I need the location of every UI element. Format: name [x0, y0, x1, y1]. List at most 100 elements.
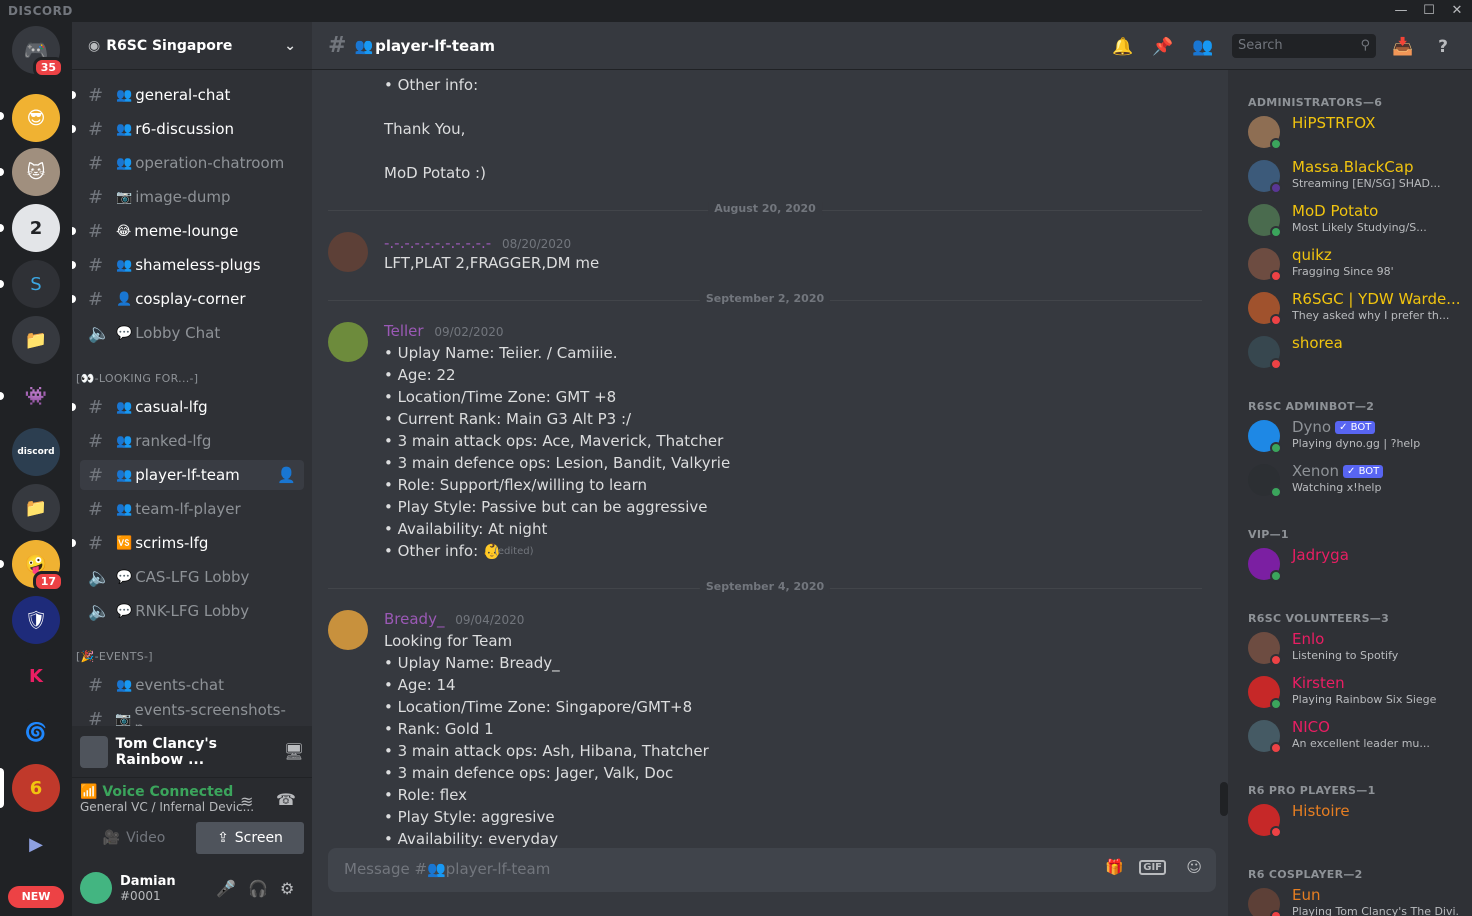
channel-emoji-icon: 🆚 — [116, 535, 133, 551]
server-icon-8[interactable]: K — [12, 652, 60, 700]
noise-suppression-icon[interactable]: ≋ — [240, 792, 253, 811]
channel-item[interactable]: # 👥 operation-chatroom — [80, 148, 304, 178]
unread-indicator — [72, 125, 76, 133]
avatar[interactable] — [328, 610, 368, 650]
author-name[interactable]: -.-.-.-.-.-.-.-.-.-.- — [384, 234, 491, 252]
member-item[interactable]: quikz Fragging Since 98' — [1248, 246, 1468, 288]
hash-icon: # — [88, 498, 104, 520]
channel-item[interactable]: # 👥 events-chat — [80, 670, 304, 700]
channel-item[interactable]: # 👥 r6-discussion — [72, 114, 304, 144]
unread-indicator — [72, 403, 76, 411]
bell-icon[interactable]: 🔔 — [1112, 36, 1134, 58]
hash-icon: # — [88, 430, 104, 452]
member-item[interactable]: Xenon ✓ BOT Watching x!help — [1248, 462, 1468, 504]
folder-icon[interactable]: 📁 — [12, 484, 60, 532]
status-indicator — [1270, 826, 1282, 838]
play-icon[interactable]: ▶ — [12, 820, 60, 868]
server-icon-r6sc[interactable]: 6 — [12, 764, 60, 812]
member-item[interactable]: Enlo Listening to Spotify — [1248, 630, 1468, 672]
channel-item[interactable]: 🔈 💬 RNK-LFG Lobby — [80, 596, 304, 626]
channel-item[interactable]: # 📷 image-dump — [80, 182, 304, 212]
status-indicator — [1270, 654, 1282, 666]
avatar[interactable] — [328, 232, 368, 272]
gear-icon[interactable]: ⚙ — [280, 879, 294, 898]
member-item[interactable]: NICO An excellent leader mu... — [1248, 718, 1468, 760]
server-icon-discordbio[interactable]: discord — [12, 428, 60, 476]
search-input[interactable]: Search ⚲ — [1232, 34, 1376, 58]
message-text: • 3 main attack ops: Ace, Maverick, That… — [384, 432, 724, 450]
member-item[interactable]: Eun Playing Tom Clancy's The Divi... — [1248, 886, 1468, 916]
server-icon-1[interactable]: 😎 — [12, 94, 60, 142]
screen-button[interactable]: ⇪ Screen — [196, 822, 304, 854]
member-item[interactable]: Dyno ✓ BOT Playing dyno.gg | ?help — [1248, 418, 1468, 460]
channel-emoji-icon: 💬 — [116, 569, 133, 585]
channel-item[interactable]: # 🆚 scrims-lfg — [72, 528, 304, 558]
message-header: -.-.-.-.-.-.-.-.-.-.- 08/20/2020 — [384, 234, 571, 252]
voice-buttons: 🎥 Video ⇪ Screen — [72, 822, 312, 860]
scrollbar[interactable] — [1220, 782, 1228, 816]
close-button[interactable]: ✕ — [1448, 2, 1466, 20]
disconnect-icon[interactable]: ☎ — [276, 790, 296, 809]
author-name[interactable]: Bready_ — [384, 610, 444, 628]
channel-item[interactable]: 🔈 💬 Lobby Chat — [80, 318, 304, 348]
inbox-icon[interactable]: 📥 — [1392, 36, 1414, 58]
channel-item[interactable]: # 👥 general-chat — [72, 80, 304, 110]
member-item[interactable]: Histoire — [1248, 802, 1468, 844]
channel-item[interactable]: 🔈 💬 CAS-LFG Lobby — [80, 562, 304, 592]
member-item[interactable]: Kirsten Playing Rainbow Six Siege — [1248, 674, 1468, 716]
server-icon-6[interactable]: 🤪 17 — [12, 540, 64, 592]
home-button[interactable]: 🎮 35 — [12, 26, 64, 78]
gif-button[interactable]: GIF — [1139, 860, 1166, 875]
member-name: Eun — [1292, 886, 1321, 904]
server-icon-4[interactable]: S — [12, 260, 60, 308]
message-input[interactable]: Message #👥player-lf-team 🎁 GIF ☺ — [328, 848, 1216, 892]
status-indicator — [1270, 138, 1282, 150]
headphones-icon[interactable]: 🎧 — [248, 879, 268, 898]
channel-name: ranked-lfg — [135, 432, 212, 450]
member-item[interactable]: MoD Potato Most Likely Studying/S... — [1248, 202, 1468, 244]
server-icon-3[interactable]: 2 — [12, 204, 60, 252]
channel-item[interactable]: # 👥 team-lf-player — [80, 494, 304, 524]
gift-icon[interactable]: 🎁 — [1105, 858, 1124, 876]
emoji-icon[interactable]: ☺ — [1186, 858, 1202, 876]
members-icon[interactable]: 👥 — [1192, 36, 1214, 58]
message-text: • Role: Support/flex/willing to learn — [384, 476, 648, 494]
folder-icon[interactable]: 📁 — [12, 316, 60, 364]
server-icon-2[interactable]: 🐱 — [12, 148, 60, 196]
video-button[interactable]: 🎥 Video — [80, 822, 188, 854]
channel-item[interactable]: # 👥 ranked-lfg — [80, 426, 304, 456]
channel-item[interactable]: # 😂 meme-lounge — [72, 216, 304, 246]
server-icon-5[interactable]: 👾 — [12, 372, 60, 420]
search-icon: ⚲ — [1360, 38, 1370, 53]
server-icon-9[interactable]: 🌀 — [12, 708, 60, 756]
author-name[interactable]: Teller — [384, 322, 424, 340]
server-icon-7[interactable]: 🛡 — [12, 596, 60, 644]
category-header[interactable]: [🎉-EVENTS-] — [76, 650, 153, 663]
new-badge[interactable]: NEW — [8, 886, 64, 908]
minimize-button[interactable]: — — [1392, 2, 1410, 20]
member-item[interactable]: HiPSTRFOX — [1248, 114, 1468, 156]
channel-emoji-icon: 👥 — [116, 87, 133, 103]
server-header[interactable]: ◉ R6SC Singapore ⌄ — [72, 22, 312, 70]
invite-icon[interactable]: 👤 — [277, 466, 296, 484]
microphone-icon[interactable]: 🎤 — [216, 879, 236, 898]
channel-item[interactable]: # 👥 shameless-plugs — [72, 250, 304, 280]
avatar[interactable] — [328, 322, 368, 362]
maximize-button[interactable]: ☐ — [1420, 2, 1438, 20]
avatar[interactable] — [80, 872, 112, 904]
category-header[interactable]: [👀-LOOKING FOR...-] — [76, 372, 198, 385]
help-icon[interactable]: ? — [1432, 36, 1454, 58]
member-item[interactable]: shorea — [1248, 334, 1468, 376]
channel-name: operation-chatroom — [135, 154, 285, 172]
message-text: • Location/Time Zone: GMT +8 — [384, 388, 617, 406]
pin-icon[interactable]: 📌 — [1152, 36, 1174, 58]
member-item[interactable]: Massa.BlackCap Streaming [EN/SG] SHAD... — [1248, 158, 1468, 200]
member-name: Kirsten — [1292, 674, 1345, 692]
channel-item[interactable]: # 👥 casual-lfg — [72, 392, 304, 422]
channel-item[interactable]: # 👤 cosplay-corner — [72, 284, 304, 314]
member-item[interactable]: R6SGC | YDW Warde... They asked why I pre… — [1248, 290, 1468, 332]
screen-share-icon[interactable]: 🖥 — [284, 742, 304, 761]
member-item[interactable]: Jadryga — [1248, 546, 1468, 588]
user-panel: Damian #0001 🎤 🎧 ⚙ — [72, 860, 312, 916]
channel-item[interactable]: # 👥 player-lf-team 👤 — [80, 460, 304, 490]
